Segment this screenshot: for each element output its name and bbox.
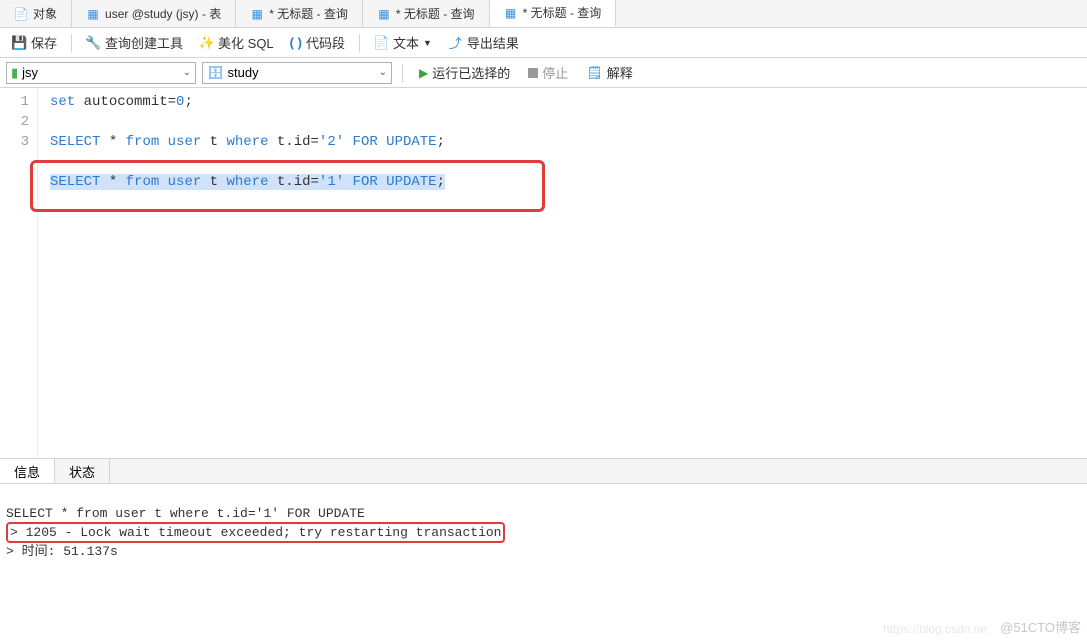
- tab-query-1[interactable]: ▦ * 无标题 - 查询: [236, 0, 363, 27]
- output-error: > 1205 - Lock wait timeout exceeded; try…: [6, 522, 505, 543]
- divider: [359, 34, 360, 52]
- divider: [71, 34, 72, 52]
- chevron-down-icon: ▼: [423, 38, 432, 48]
- connection-value: jsy: [22, 65, 38, 80]
- tab-label: * 无标题 - 查询: [523, 4, 602, 21]
- run-selected-button[interactable]: ▶ 运行已选择的: [413, 61, 516, 84]
- tab-query-active[interactable]: ▦ * 无标题 - 查询: [490, 0, 617, 27]
- connection-bar: ▮ jsy ⌄ 🗄 study ⌄ ▶ 运行已选择的 停止 🗒 解释: [0, 58, 1087, 88]
- beautify-sql-button[interactable]: ✨ 美化 SQL: [193, 31, 280, 54]
- stop-icon: [528, 68, 538, 78]
- export-label: 导出结果: [467, 33, 519, 52]
- tab-query-2[interactable]: ▦ * 无标题 - 查询: [363, 0, 490, 27]
- table-icon: ▦: [86, 7, 100, 21]
- watermark-csdn: https://blog.csdn.ne: [883, 622, 987, 636]
- text-label: 文本: [393, 33, 419, 52]
- save-button[interactable]: 💾 保存: [6, 31, 63, 54]
- play-icon: ▶: [419, 66, 428, 80]
- beautify-icon: ✨: [199, 35, 214, 50]
- chevron-down-icon: ⌄: [379, 67, 387, 78]
- code-snippet-button[interactable]: ( ) 代码段: [284, 31, 351, 54]
- save-icon: 💾: [12, 35, 27, 50]
- tab-table-user[interactable]: ▦ user @study (jsy) - 表: [72, 0, 236, 27]
- tab-label: * 无标题 - 查询: [396, 5, 475, 22]
- tab-objects[interactable]: 📄 对象: [0, 0, 72, 27]
- tab-label: user @study (jsy) - 表: [105, 5, 221, 22]
- tab-info[interactable]: 信息: [0, 459, 55, 483]
- paren-icon: ( ): [290, 35, 302, 50]
- output-panel: SELECT * from user t where t.id='1' FOR …: [0, 484, 1087, 564]
- snippet-label: 代码段: [306, 33, 345, 52]
- export-icon: ⤴: [448, 35, 463, 50]
- sql-editor[interactable]: 123 set autocommit=0;SELECT * from user …: [0, 88, 1087, 458]
- database-icon: 🗄: [207, 65, 224, 81]
- query-icon: ▦: [377, 7, 391, 21]
- text-icon: 📄: [374, 35, 389, 50]
- query-icon: ▦: [250, 7, 264, 21]
- code-content[interactable]: set autocommit=0;SELECT * from user t wh…: [38, 88, 1087, 458]
- chevron-down-icon: ⌄: [183, 67, 191, 78]
- output-time: > 时间: 51.137s: [6, 544, 118, 559]
- query-builder-label: 查询创建工具: [105, 33, 183, 52]
- output-query: SELECT * from user t where t.id='1' FOR …: [6, 506, 365, 521]
- objects-icon: 📄: [14, 7, 28, 21]
- tab-label: * 无标题 - 查询: [269, 5, 348, 22]
- export-result-button[interactable]: ⤴ 导出结果: [442, 31, 525, 54]
- document-tabs: 📄 对象 ▦ user @study (jsy) - 表 ▦ * 无标题 - 查…: [0, 0, 1087, 28]
- explain-label: 解释: [607, 63, 633, 82]
- tab-status[interactable]: 状态: [55, 459, 110, 483]
- explain-icon: 🗒: [586, 65, 603, 81]
- line-gutter: 123: [0, 88, 38, 458]
- database-value: study: [228, 65, 259, 80]
- explain-button[interactable]: 🗒 解释: [580, 61, 639, 84]
- query-builder-button[interactable]: 🔧 查询创建工具: [80, 31, 189, 54]
- connection-dropdown[interactable]: ▮ jsy ⌄: [6, 62, 196, 84]
- connection-icon: ▮: [11, 65, 18, 81]
- watermark-51cto: @51CTO博客: [1000, 617, 1081, 636]
- run-label: 运行已选择的: [432, 63, 510, 82]
- text-button[interactable]: 📄 文本 ▼: [368, 31, 438, 54]
- tab-label: 对象: [33, 5, 57, 22]
- stop-button[interactable]: 停止: [522, 61, 574, 84]
- save-label: 保存: [31, 33, 57, 52]
- query-builder-icon: 🔧: [86, 35, 101, 50]
- beautify-label: 美化 SQL: [218, 33, 274, 52]
- stop-label: 停止: [542, 63, 568, 82]
- divider: [402, 64, 403, 82]
- output-tabs: 信息 状态: [0, 458, 1087, 484]
- database-dropdown[interactable]: 🗄 study ⌄: [202, 62, 392, 84]
- query-icon: ▦: [504, 6, 518, 20]
- toolbar: 💾 保存 🔧 查询创建工具 ✨ 美化 SQL ( ) 代码段 📄 文本 ▼ ⤴ …: [0, 28, 1087, 58]
